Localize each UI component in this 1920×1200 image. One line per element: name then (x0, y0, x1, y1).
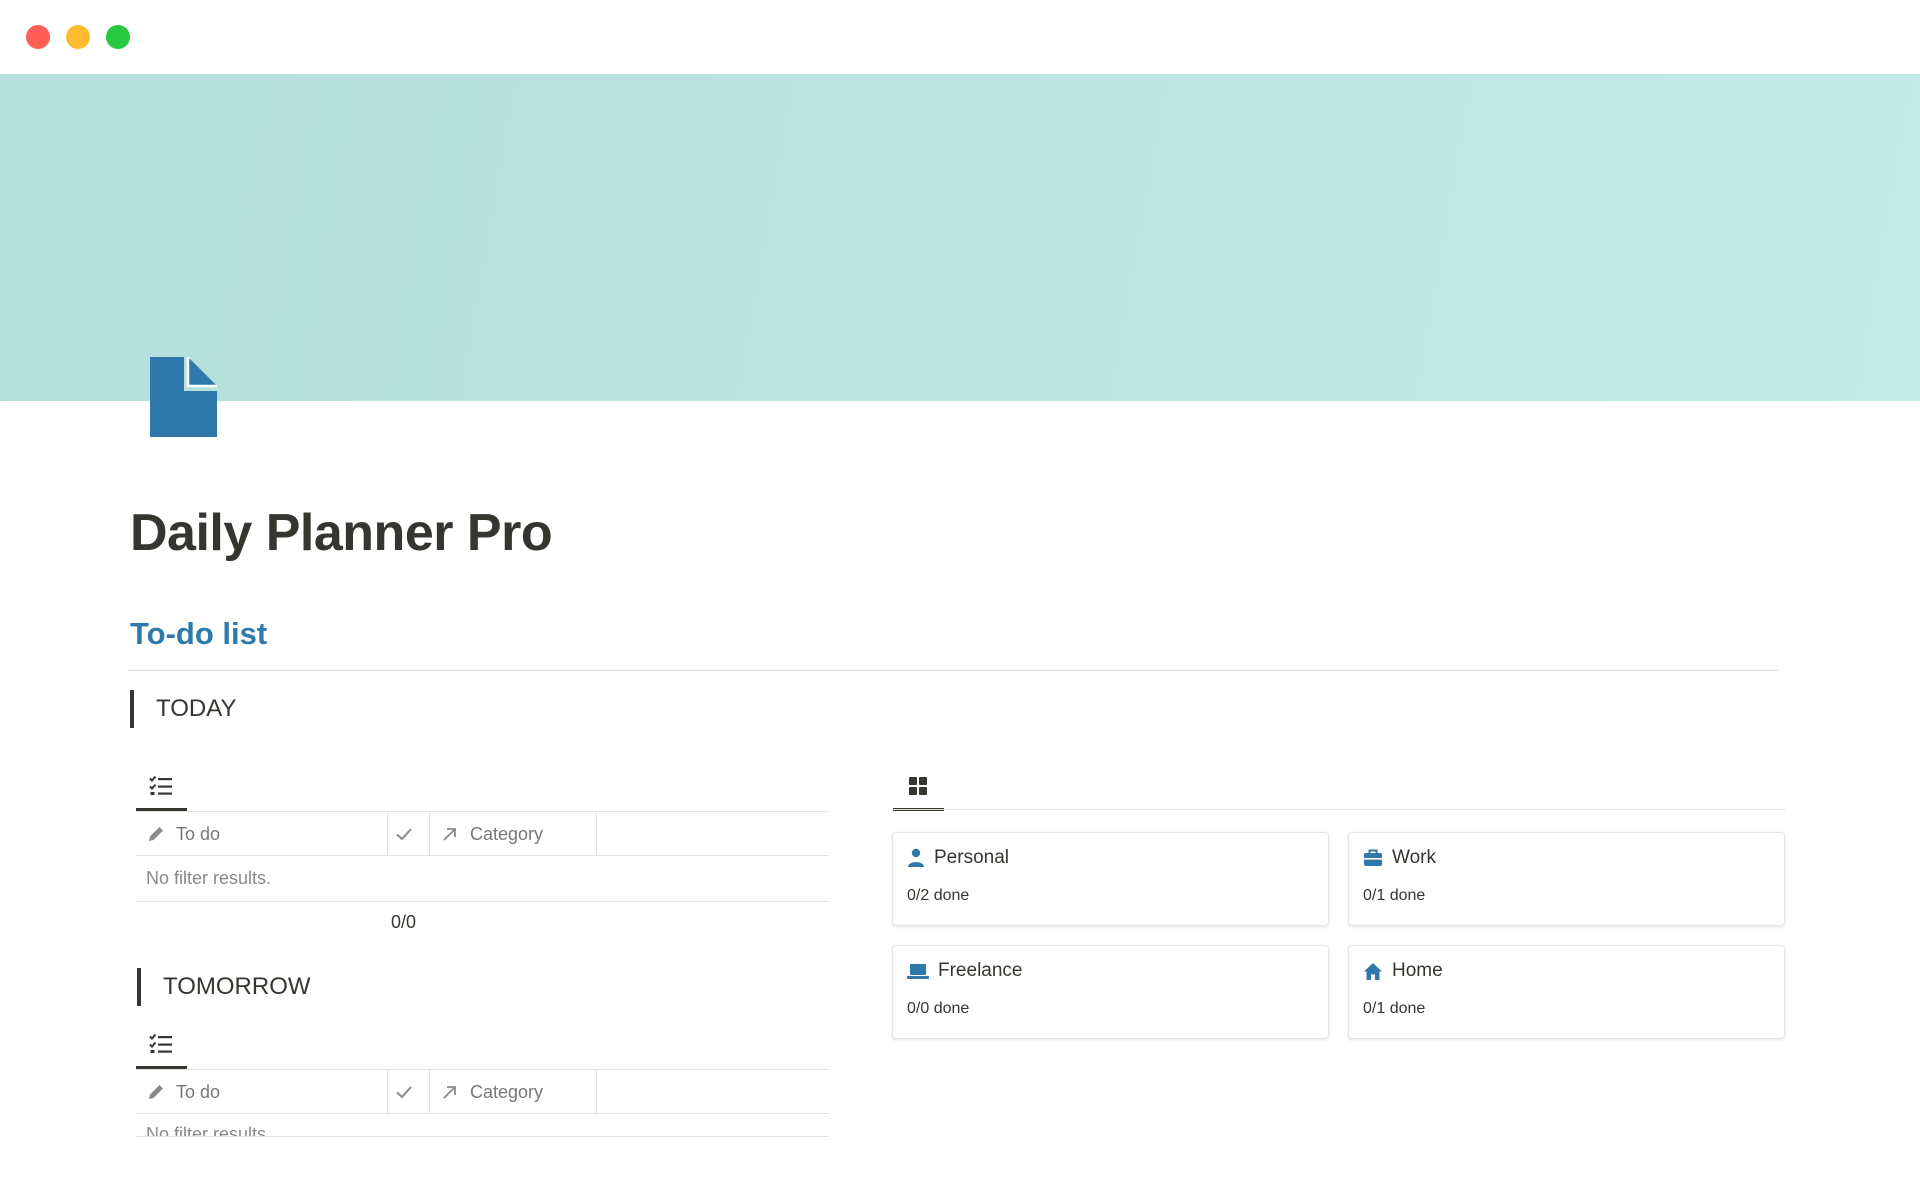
pencil-icon (149, 1085, 163, 1099)
todo-list-heading[interactable]: To-do list (130, 616, 267, 652)
minimize-window-button[interactable] (66, 25, 90, 49)
page-title[interactable]: Daily Planner Pro (130, 503, 553, 563)
close-window-button[interactable] (26, 25, 50, 49)
today-count: 0/0 (391, 912, 417, 932)
today-table-bottom-border (136, 901, 829, 902)
gallery-view-tab[interactable] (893, 766, 943, 806)
checkmark-icon (395, 1086, 412, 1099)
tomorrow-todo-column-header[interactable]: To do (136, 1070, 388, 1114)
maximize-window-button[interactable] (106, 25, 130, 49)
document-icon[interactable] (150, 357, 217, 437)
tomorrow-done-column-header[interactable] (388, 1070, 430, 1114)
checklist-icon (149, 775, 172, 795)
today-category-column-header[interactable]: Category (430, 812, 597, 856)
card-progress: 0/0 done (907, 1000, 970, 1017)
card-progress: 0/2 done (907, 887, 970, 904)
gallery-card-home[interactable]: Home 0/1 done (1348, 945, 1785, 1039)
checklist-icon (149, 1033, 172, 1053)
tomorrow-table-header: To do Category (136, 1070, 829, 1114)
today-add-column-area[interactable] (597, 812, 829, 856)
today-heading: TODAY (130, 690, 236, 728)
card-title: Freelance (938, 960, 1023, 981)
checkmark-icon (395, 828, 412, 841)
laptop-icon (907, 964, 929, 979)
card-title: Work (1392, 847, 1436, 868)
pencil-icon (149, 827, 163, 841)
tomorrow-empty-state-clip: No filter results. (136, 1114, 836, 1136)
tomorrow-table-bottom-border (136, 1136, 829, 1137)
today-category-column-label: Category (470, 823, 544, 844)
today-done-column-header[interactable] (388, 812, 430, 856)
today-empty-state: No filter results. (146, 868, 272, 888)
relation-arrow-icon (443, 1086, 456, 1099)
tomorrow-category-column-header[interactable]: Category (430, 1070, 597, 1114)
tomorrow-todo-column-label: To do (176, 1081, 221, 1102)
tomorrow-add-column-area[interactable] (597, 1070, 829, 1114)
window-titlebar (0, 0, 1920, 74)
card-progress: 0/1 done (1363, 1000, 1426, 1017)
today-list-view-tab[interactable] (136, 766, 186, 806)
today-todo-column-header[interactable]: To do (136, 812, 388, 856)
tomorrow-category-column-label: Category (470, 1081, 544, 1102)
today-table-header: To do Category (136, 812, 829, 856)
page-cover[interactable] (0, 74, 1920, 401)
card-title: Home (1392, 960, 1443, 981)
section-divider (128, 670, 1778, 671)
card-progress: 0/1 done (1363, 887, 1426, 904)
person-icon (908, 848, 924, 867)
gallery-top-border (893, 809, 1785, 810)
tomorrow-empty-state: No filter results. (146, 1124, 272, 1136)
card-title: Personal (934, 847, 1009, 868)
gallery-card-work[interactable]: Work 0/1 done (1348, 832, 1785, 926)
gallery-card-personal[interactable]: Personal 0/2 done (892, 832, 1329, 926)
briefcase-icon (1364, 849, 1382, 866)
gallery-card-freelance[interactable]: Freelance 0/0 done (892, 945, 1329, 1039)
today-table-header-border (136, 855, 829, 856)
house-icon (1364, 962, 1382, 980)
today-todo-column-label: To do (176, 823, 221, 844)
grid-icon (909, 777, 927, 795)
tomorrow-heading: TOMORROW (137, 968, 311, 1006)
tomorrow-list-view-tab[interactable] (136, 1024, 186, 1064)
relation-arrow-icon (443, 828, 456, 841)
